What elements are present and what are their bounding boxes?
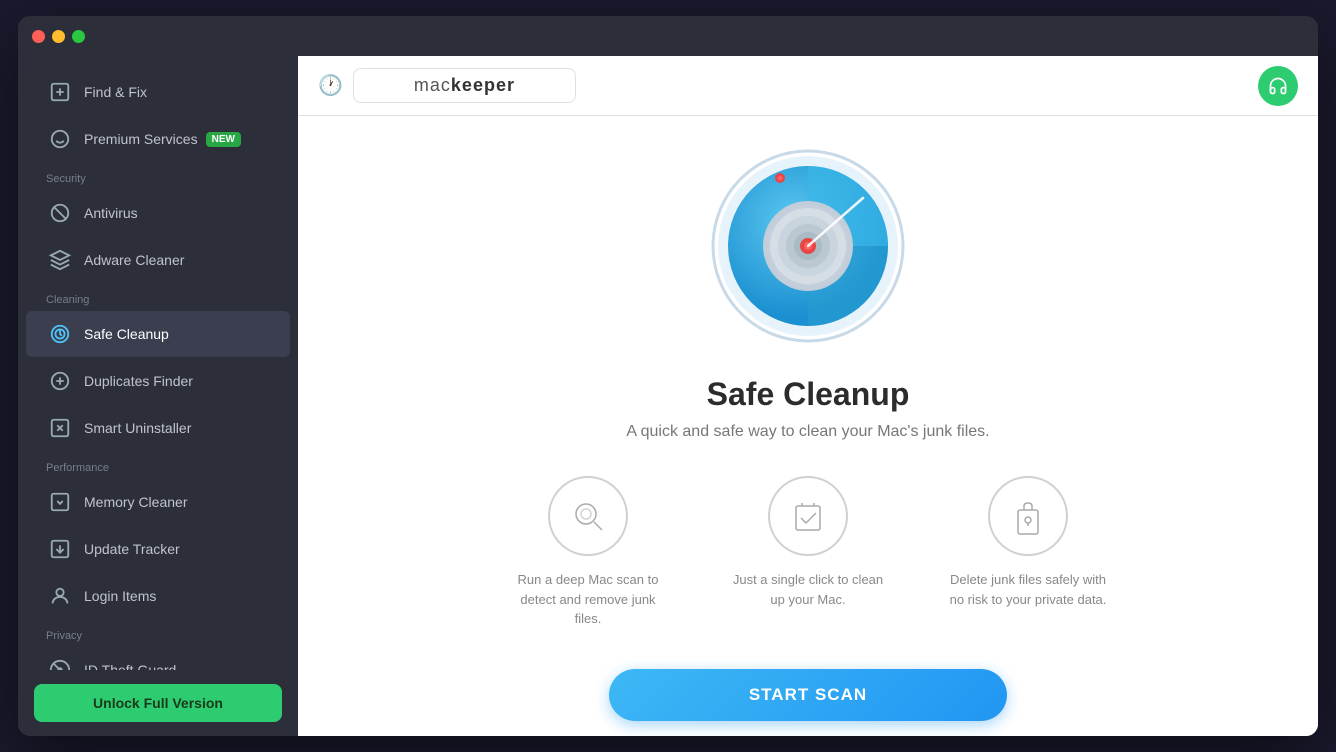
sidebar-nav: Find & Fix Premium Services NEW Security — [18, 56, 298, 670]
find-fix-icon — [46, 78, 74, 106]
main-header: 🕐 mackeeper — [298, 56, 1318, 116]
unlock-full-version-button[interactable]: Unlock Full Version — [34, 684, 282, 722]
notification-button[interactable] — [1258, 66, 1298, 106]
id-theft-icon — [46, 656, 74, 670]
sidebar-item-label: Safe Cleanup — [84, 326, 169, 342]
clock-icon: 🕐 — [318, 73, 343, 98]
deep-scan-text: Run a deep Mac scan to detect and remove… — [508, 570, 668, 629]
feature-item-clean: Just a single click to clean up your Mac… — [728, 476, 888, 609]
scanner-icon — [708, 146, 908, 346]
section-security-label: Security — [18, 163, 298, 189]
feature-icons-row: Run a deep Mac scan to detect and remove… — [508, 476, 1108, 629]
antivirus-icon — [46, 199, 74, 227]
sidebar-item-adware[interactable]: Adware Cleaner — [26, 237, 290, 283]
login-items-icon — [46, 582, 74, 610]
main-content: Safe Cleanup A quick and safe way to cle… — [298, 116, 1318, 736]
sidebar-bottom: Unlock Full Version — [18, 670, 298, 736]
sidebar-item-label: Premium Services — [84, 131, 198, 147]
sidebar-item-antivirus[interactable]: Antivirus — [26, 190, 290, 236]
sidebar-item-find-fix[interactable]: Find & Fix — [26, 69, 290, 115]
feature-item-scan: Run a deep Mac scan to detect and remove… — [508, 476, 668, 629]
sidebar-item-safe-cleanup[interactable]: Safe Cleanup — [26, 311, 290, 357]
brand-keeper: keeper — [451, 75, 515, 95]
brand-logo: mackeeper — [353, 68, 576, 103]
brand-mac: mac — [414, 75, 451, 95]
deep-scan-icon — [548, 476, 628, 556]
sidebar-item-premium[interactable]: Premium Services NEW — [26, 116, 290, 162]
adware-icon — [46, 246, 74, 274]
sidebar-item-label: Update Tracker — [84, 541, 180, 557]
titlebar — [18, 16, 1318, 56]
safe-cleanup-icon — [46, 320, 74, 348]
sidebar-item-memory-cleaner[interactable]: Memory Cleaner — [26, 479, 290, 525]
sidebar-item-id-theft[interactable]: ID Theft Guard — [26, 647, 290, 670]
traffic-lights — [32, 30, 85, 43]
duplicates-icon — [46, 367, 74, 395]
feature-item-safe: Delete junk files safely with no risk to… — [948, 476, 1108, 609]
smart-uninstaller-icon — [46, 414, 74, 442]
section-cleaning-label: Cleaning — [18, 284, 298, 310]
app-body: Find & Fix Premium Services NEW Security — [18, 56, 1318, 736]
sidebar-item-smart-uninstaller[interactable]: Smart Uninstaller — [26, 405, 290, 451]
new-badge: NEW — [206, 132, 241, 147]
maximize-button[interactable] — [72, 30, 85, 43]
sidebar-item-login-items[interactable]: Login Items — [26, 573, 290, 619]
update-tracker-icon — [46, 535, 74, 563]
sidebar-item-duplicates[interactable]: Duplicates Finder — [26, 358, 290, 404]
sidebar: Find & Fix Premium Services NEW Security — [18, 56, 298, 736]
sidebar-item-update-tracker[interactable]: Update Tracker — [26, 526, 290, 572]
main-panel: 🕐 mackeeper — [298, 56, 1318, 736]
section-performance-label: Performance — [18, 452, 298, 478]
single-click-text: Just a single click to clean up your Mac… — [728, 570, 888, 609]
sidebar-item-label: Adware Cleaner — [84, 252, 184, 268]
section-privacy-label: Privacy — [18, 620, 298, 646]
sidebar-item-label: Antivirus — [84, 205, 138, 221]
sidebar-item-label: Smart Uninstaller — [84, 420, 191, 436]
memory-cleaner-icon — [46, 488, 74, 516]
sidebar-item-label: Duplicates Finder — [84, 373, 193, 389]
single-click-icon — [768, 476, 848, 556]
app-window: Find & Fix Premium Services NEW Security — [18, 16, 1318, 736]
sidebar-item-label: ID Theft Guard — [84, 662, 176, 670]
header-left: 🕐 mackeeper — [318, 68, 576, 103]
sidebar-item-label: Find & Fix — [84, 84, 147, 100]
start-scan-button[interactable]: START SCAN — [609, 669, 1007, 721]
minimize-button[interactable] — [52, 30, 65, 43]
close-button[interactable] — [32, 30, 45, 43]
feature-title: Safe Cleanup — [707, 376, 910, 413]
safe-delete-icon — [988, 476, 1068, 556]
sidebar-item-label: Login Items — [84, 588, 156, 604]
sidebar-item-label: Memory Cleaner — [84, 494, 187, 510]
premium-icon — [46, 125, 74, 153]
feature-subtitle: A quick and safe way to clean your Mac's… — [626, 423, 989, 441]
safe-delete-text: Delete junk files safely with no risk to… — [948, 570, 1108, 609]
